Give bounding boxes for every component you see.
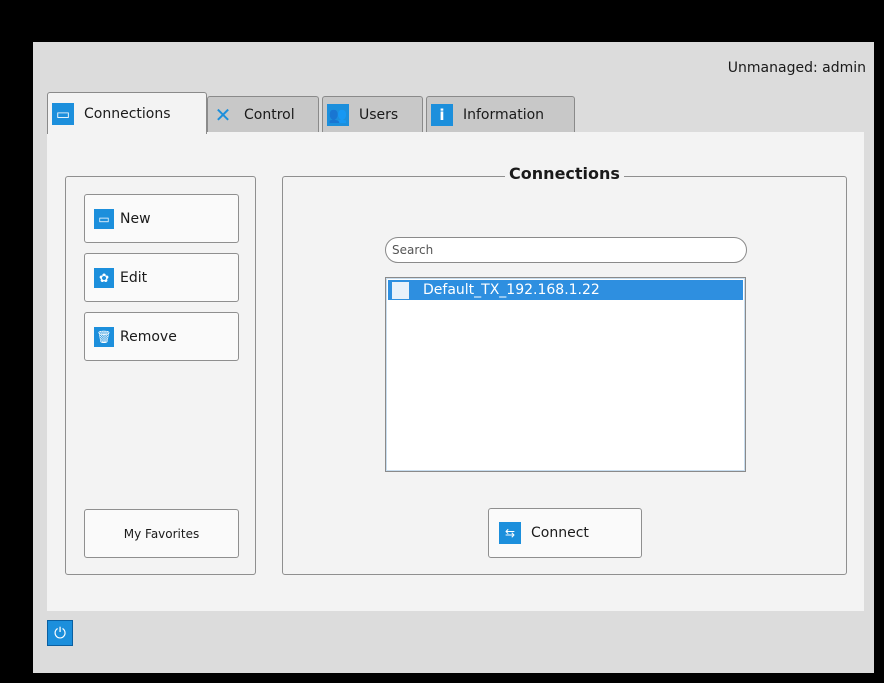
tab-label: Connections (84, 105, 171, 122)
gear-icon: ✿ (94, 267, 114, 288)
trash-icon: 🗑 (94, 326, 114, 347)
tab-label: Users (359, 106, 399, 123)
tab-control[interactable]: ✕ Control (207, 96, 319, 132)
actions-group: ▭ New ✿ Edit 🗑 Remove My Favorites (65, 176, 256, 575)
connections-title: Connections (283, 164, 846, 183)
tab-label: Control (244, 106, 295, 123)
user-status-label: Unmanaged: admin (727, 60, 866, 76)
new-button[interactable]: ▭ New (84, 194, 239, 243)
monitor-icon: ▭ (52, 102, 74, 125)
my-favorites-button[interactable]: My Favorites (84, 509, 239, 558)
connect-button-label: Connect (531, 525, 589, 541)
connections-group: Connections Search Default_TX_192.168.1.… (282, 164, 847, 575)
main-window: Unmanaged: admin ▭ Connections ✕ Control… (33, 42, 874, 673)
list-item[interactable]: Default_TX_192.168.1.22 (388, 280, 743, 300)
tab-label: Information (463, 106, 545, 123)
item-checkbox[interactable] (392, 281, 409, 299)
users-icon: 👥 (327, 103, 349, 126)
remove-button-label: Remove (120, 328, 177, 345)
connect-button[interactable]: ⇆ Connect (488, 508, 642, 558)
edit-button-label: Edit (120, 269, 148, 286)
connections-title-text: Connections (505, 164, 624, 183)
search-input[interactable]: Search (385, 237, 747, 263)
remove-button[interactable]: 🗑 Remove (84, 312, 239, 361)
tab-connections[interactable]: ▭ Connections (47, 92, 207, 134)
edit-button[interactable]: ✿ Edit (84, 253, 239, 302)
connections-list[interactable]: Default_TX_192.168.1.22 (385, 277, 746, 472)
my-favorites-label: My Favorites (123, 526, 200, 541)
info-icon: i (431, 103, 453, 126)
list-item-label: Default_TX_192.168.1.22 (423, 282, 600, 298)
tab-users[interactable]: 👥 Users (322, 96, 423, 132)
new-button-label: New (120, 210, 151, 227)
power-menu-icon[interactable]: ⏻ (47, 620, 73, 646)
connect-arrows-icon: ⇆ (499, 522, 521, 544)
connections-panel: ▭ New ✿ Edit 🗑 Remove My Favorites Conne… (47, 132, 864, 611)
new-connection-icon: ▭ (94, 208, 114, 229)
tab-information[interactable]: i Information (426, 96, 575, 132)
tools-icon: ✕ (212, 103, 234, 127)
